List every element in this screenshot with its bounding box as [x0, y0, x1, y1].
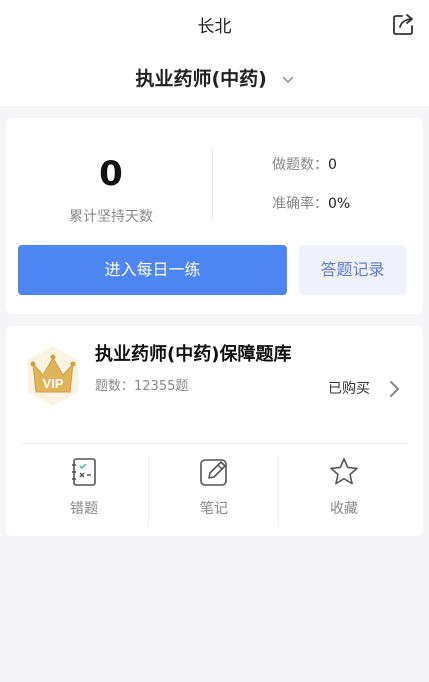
vip-crown-icon: VIP [28, 346, 78, 406]
answer-history-button[interactable]: 答题记录 [299, 245, 406, 295]
answered-value: 0 [328, 157, 337, 173]
page-title: 长北 [197, 17, 232, 37]
accuracy-value: 0% [328, 196, 351, 212]
favorites-button[interactable]: 收藏 [279, 456, 409, 526]
answered-label: 做题数： [272, 157, 328, 173]
question-bank-title: 执业药师(中药)保障题库 [95, 344, 292, 365]
notes-button[interactable]: 笔记 [149, 456, 279, 526]
favorites-label: 收藏 [330, 501, 358, 517]
chevron-right-icon [390, 381, 400, 397]
share-icon[interactable] [391, 11, 417, 37]
exam-selector[interactable]: 执业药师(中药) [0, 64, 429, 91]
streak-days-value: 0 [99, 154, 123, 194]
question-bank-card: VIP 执业药师(中药)保障题库 题数：12355题 已购买 错题 笔记 收藏 [6, 326, 423, 536]
header: 长北 执业药师(中药) [0, 0, 429, 106]
wrong-questions-button[interactable]: 错题 [19, 456, 149, 526]
stats-card: 0 累计坚持天数 做题数：0 准确率：0% 进入每日一练 答题记录 [6, 118, 423, 314]
purchase-status: 已购买 [328, 381, 370, 397]
chevron-down-icon [282, 76, 293, 83]
exam-name: 执业药师(中药) [135, 68, 267, 90]
accuracy-rate: 准确率：0% [272, 193, 350, 213]
star-icon [330, 458, 358, 485]
vip-badge-text: VIP [43, 376, 64, 391]
question-count: 题数：12355题 [95, 379, 189, 394]
streak-days-label: 累计坚持天数 [69, 209, 153, 225]
notes-icon [200, 459, 227, 486]
notes-label: 笔记 [200, 501, 228, 517]
card-divider [22, 443, 408, 444]
stats-divider [212, 148, 213, 220]
accuracy-label: 准确率： [272, 196, 328, 212]
app-screen: 长北 执业药师(中药) 0 累计坚持天数 做题数：0 准确率：0% 进入每日一练… [0, 0, 429, 682]
daily-practice-button[interactable]: 进入每日一练 [18, 245, 287, 295]
wrong-questions-icon [72, 458, 96, 486]
wrong-questions-label: 错题 [70, 501, 98, 517]
answered-count: 做题数：0 [272, 154, 337, 174]
